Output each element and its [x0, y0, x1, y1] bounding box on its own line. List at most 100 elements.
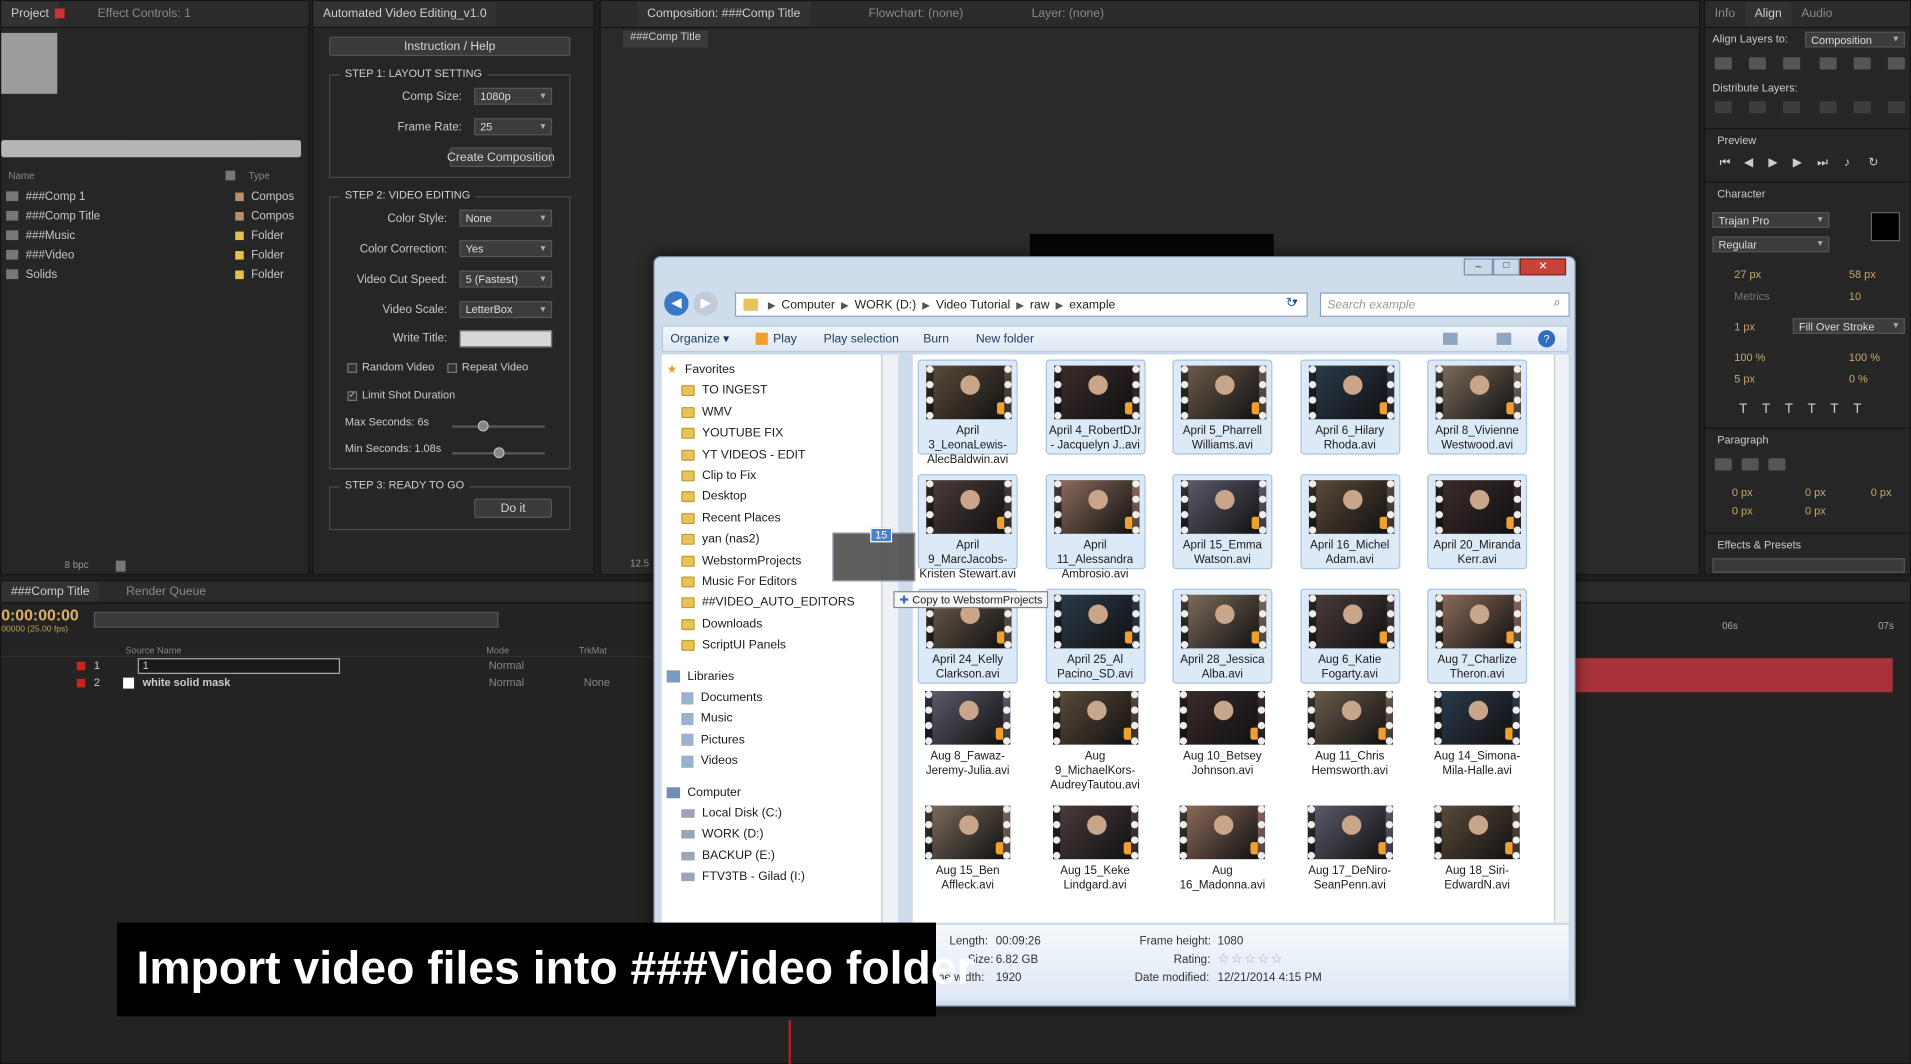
video-file-item[interactable]: Aug 9_MichaelKors-AudreyTautou.avi: [1045, 686, 1145, 796]
project-item[interactable]: ###Video Folder: [1, 245, 306, 265]
nav-item-favorite[interactable]: YT VIDEOS - EDIT: [681, 444, 881, 465]
video-file-item[interactable]: Aug 15_Keke Lindgard.avi: [1045, 801, 1145, 911]
tracking-value[interactable]: 10: [1849, 290, 1861, 302]
video-file-item[interactable]: April 9_MarcJacobs-Kristen Stewart.avi: [917, 474, 1018, 581]
vertical-scale-value[interactable]: 100 %: [1734, 351, 1765, 363]
zoom-level[interactable]: 12.5: [630, 558, 649, 569]
nav-item-favorite[interactable]: WMV: [681, 402, 881, 423]
first-frame-icon[interactable]: ⏮: [1720, 156, 1731, 169]
tab-flowchart[interactable]: Flowchart: (none): [859, 1, 973, 27]
play-icon[interactable]: ▶: [1768, 156, 1777, 169]
breadcrumb-example[interactable]: example: [1069, 298, 1115, 311]
project-item[interactable]: Solids Folder: [1, 264, 306, 284]
space-before-value[interactable]: 0 px: [1732, 505, 1753, 517]
breadcrumb-work[interactable]: WORK (D:): [855, 298, 917, 311]
distribute-icon[interactable]: [1853, 101, 1871, 114]
nav-item-favorite[interactable]: Downloads: [681, 614, 881, 635]
prev-frame-icon[interactable]: ◀: [1744, 156, 1753, 169]
layer-row[interactable]: 2 white solid mask Normal None: [1, 675, 654, 692]
font-style-select[interactable]: Regular: [1712, 236, 1830, 253]
tab-comp-title[interactable]: ###Comp Title: [1, 581, 100, 603]
breadcrumb-computer[interactable]: Computer: [781, 298, 835, 311]
tab-effect-controls[interactable]: Effect Controls: 1: [88, 1, 201, 27]
leading-value[interactable]: 58 px: [1849, 268, 1876, 280]
video-file-item[interactable]: Aug 17_DeNiro-SeanPenn.avi: [1300, 801, 1400, 911]
last-frame-icon[interactable]: ⏭: [1817, 156, 1828, 169]
video-file-item[interactable]: April 28_Jessica Alba.avi: [1172, 588, 1273, 684]
nav-item-drive[interactable]: Local Disk (C:): [681, 803, 881, 824]
video-file-item[interactable]: Aug 7_Charlize Theron.avi: [1427, 588, 1528, 684]
slider-knob[interactable]: [493, 447, 505, 459]
video-file-item[interactable]: April 6_Hilary Rhoda.avi: [1299, 359, 1400, 455]
font-size-value[interactable]: 27 px: [1734, 268, 1761, 280]
back-icon[interactable]: ◀: [664, 291, 689, 316]
do-it-button[interactable]: Do it: [474, 498, 553, 518]
nav-favorites[interactable]: ★ Favorites: [662, 360, 875, 381]
video-file-item[interactable]: April 11_Alessandra Ambrosio.avi: [1045, 474, 1146, 581]
video-file-item[interactable]: Aug 16_Madonna.avi: [1172, 801, 1272, 911]
indent-left-value[interactable]: 0 px: [1732, 486, 1753, 498]
comp-subtab[interactable]: ###Comp Title: [622, 30, 709, 48]
nav-item-library[interactable]: Videos: [681, 751, 881, 772]
tab-effects-presets[interactable]: Effects & Presets: [1717, 539, 1801, 551]
video-file-item[interactable]: April 4_RobertDJr - Jacquelyn J..avi: [1045, 359, 1146, 455]
tab-project[interactable]: Project: [1, 1, 59, 27]
distribute-icon[interactable]: [1714, 101, 1732, 114]
indent-right-value[interactable]: 0 px: [1805, 486, 1826, 498]
stroke-mode-select[interactable]: Fill Over Stroke: [1792, 318, 1905, 334]
breadcrumb-raw[interactable]: raw: [1030, 298, 1050, 311]
nav-item-favorite[interactable]: Desktop: [681, 487, 881, 508]
timeline-search-input[interactable]: [93, 611, 499, 628]
nav-item-drive[interactable]: FTV3TB - Gilad (I:): [681, 867, 881, 888]
nav-item-favorite[interactable]: ##VIDEO_AUTO_EDITORS: [681, 593, 881, 614]
text-style-buttons[interactable]: TTTTTT: [1739, 402, 1876, 417]
distribute-icon[interactable]: [1887, 101, 1905, 114]
horizontal-scale-value[interactable]: 100 %: [1849, 351, 1880, 363]
layer-name[interactable]: white solid mask: [143, 676, 231, 688]
align-text-center-icon[interactable]: [1741, 458, 1759, 471]
tab-preview[interactable]: Preview: [1717, 134, 1756, 146]
tsume-value[interactable]: 0 %: [1849, 373, 1868, 385]
nav-item-drive[interactable]: BACKUP (E:): [681, 846, 881, 867]
tab-audio[interactable]: Audio: [1791, 1, 1842, 27]
current-time-indicator[interactable]: [788, 1020, 791, 1064]
column-name[interactable]: Name: [9, 171, 35, 182]
align-right-icon[interactable]: [1783, 57, 1801, 70]
video-file-item[interactable]: April 15_Emma Watson.avi: [1172, 474, 1273, 570]
video-file-item[interactable]: Aug 15_Ben Affleck.avi: [918, 801, 1018, 911]
video-file-item[interactable]: April 3_LeonaLewis-AlecBaldwin.avi: [917, 359, 1018, 467]
limit-shot-checkbox[interactable]: ✓ Limit Shot Duration: [347, 389, 455, 401]
video-file-item[interactable]: Aug 6_Katie Fogarty.avi: [1299, 588, 1400, 684]
organize-button[interactable]: Organize ▾: [663, 332, 737, 345]
layer-trkmat-select[interactable]: None: [584, 676, 610, 688]
slider-knob[interactable]: [477, 420, 489, 432]
layer-name-input[interactable]: 1: [137, 658, 341, 674]
nav-item-favorite[interactable]: ScriptUI Panels: [681, 635, 881, 656]
video-cut-speed-select[interactable]: 5 (Fastest): [459, 270, 553, 288]
distribute-icon[interactable]: [1819, 101, 1837, 114]
video-file-item[interactable]: April 8_Vivienne Westwood.avi: [1427, 359, 1528, 455]
comp-size-select[interactable]: 1080p: [474, 87, 553, 105]
views-icon[interactable]: [1443, 332, 1458, 345]
stroke-width-value[interactable]: 1 px: [1734, 321, 1755, 333]
align-left-icon[interactable]: [1714, 57, 1732, 70]
minimize-icon[interactable]: –: [1463, 258, 1493, 276]
tab-composition[interactable]: Composition: ###Comp Title: [637, 1, 811, 27]
baseline-shift-value[interactable]: 5 px: [1734, 373, 1755, 385]
font-family-select[interactable]: Trajan Pro: [1712, 212, 1830, 228]
video-file-item[interactable]: Aug 10_Betsey Johnson.avi: [1172, 686, 1272, 796]
create-composition-button[interactable]: Create Composition: [447, 147, 555, 167]
layer-mode-select[interactable]: Normal: [489, 676, 524, 688]
align-hcenter-icon[interactable]: [1748, 57, 1766, 70]
burn-button[interactable]: Burn: [916, 332, 956, 345]
align-vcenter-icon[interactable]: [1853, 57, 1871, 70]
fill-color-swatch[interactable]: [1870, 212, 1901, 242]
video-file-item[interactable]: April 16_Michel Adam.avi: [1299, 474, 1400, 570]
content-scrollbar[interactable]: [1553, 354, 1569, 923]
tab-paragraph[interactable]: Paragraph: [1717, 434, 1768, 446]
video-file-item[interactable]: April 25_Al Pacino_SD.avi: [1045, 588, 1146, 684]
rating-stars-icon[interactable]: ☆☆☆☆☆: [1218, 951, 1284, 967]
nav-computer[interactable]: Computer: [662, 782, 875, 803]
nav-item-drive[interactable]: WORK (D:): [681, 824, 881, 845]
search-input[interactable]: Search example: [1319, 292, 1570, 317]
